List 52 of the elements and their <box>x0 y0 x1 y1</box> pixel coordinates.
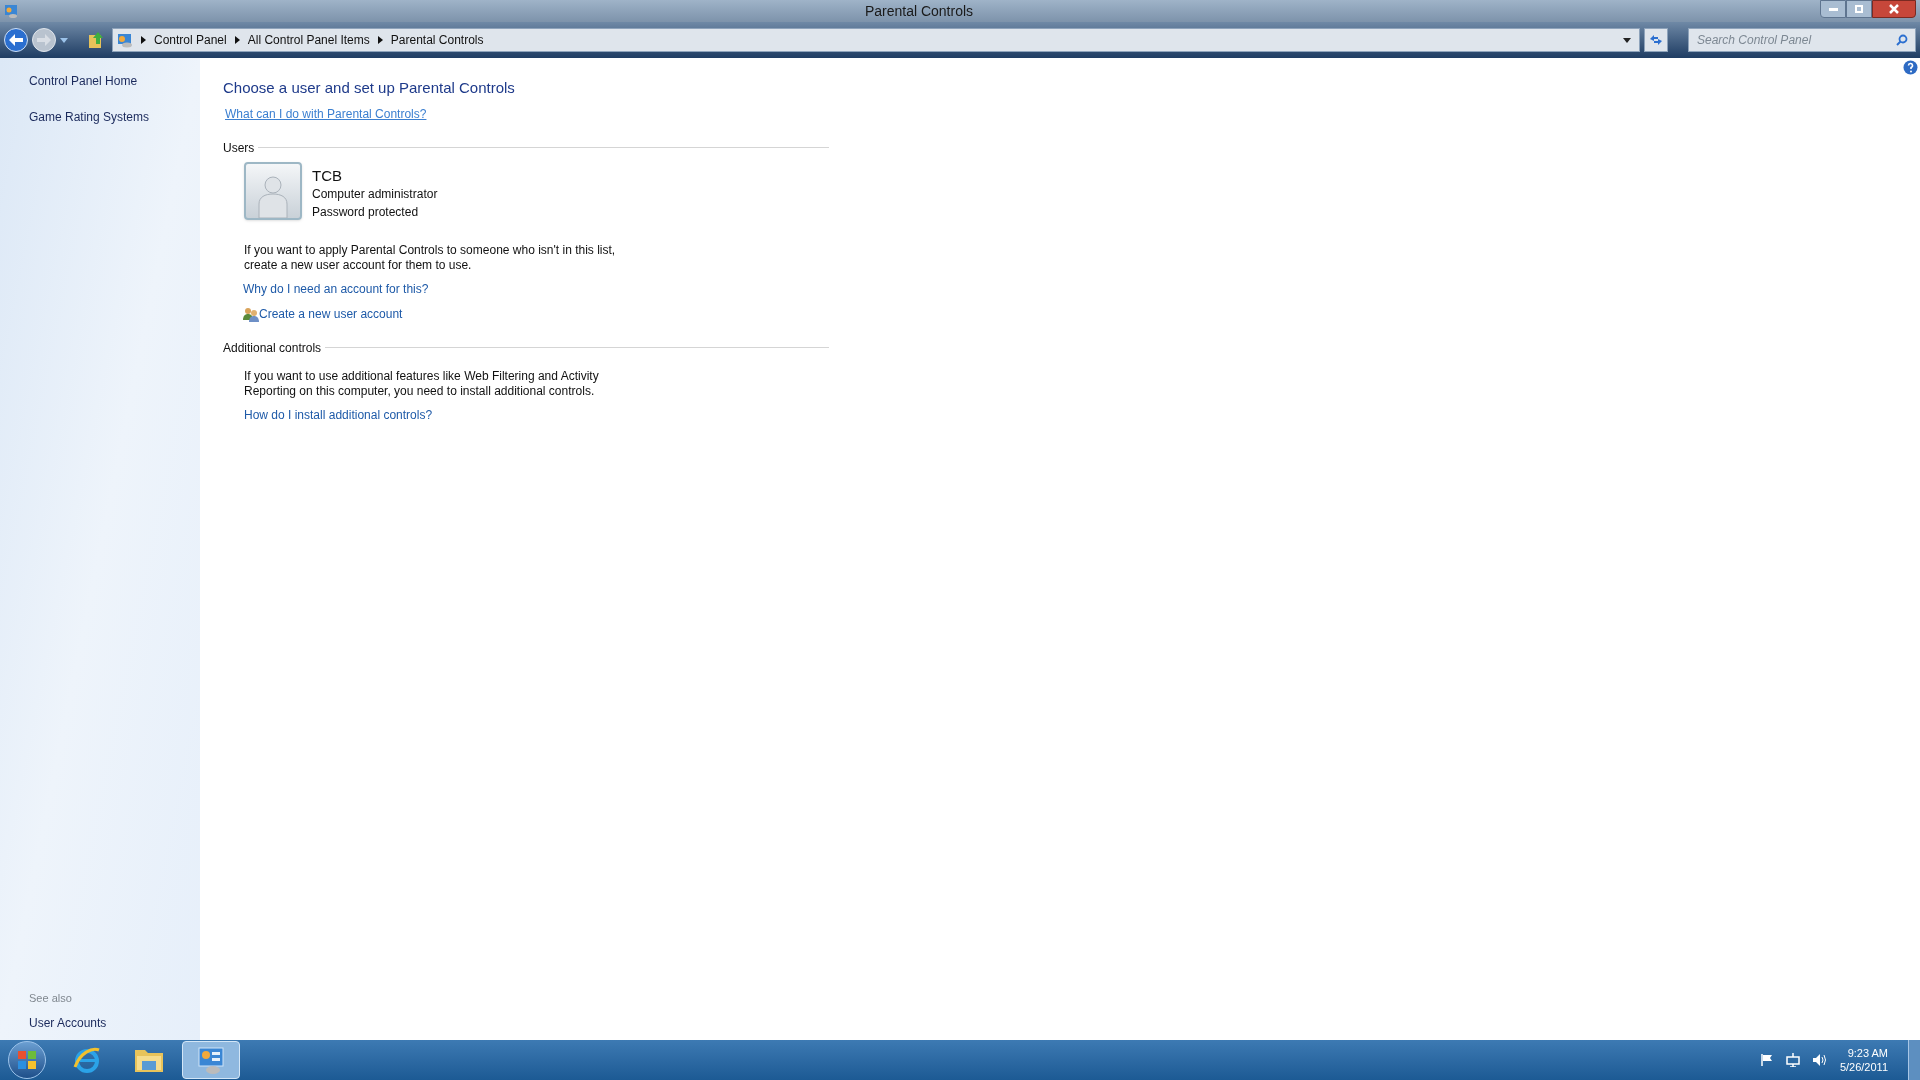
flag-icon[interactable] <box>1759 1053 1774 1067</box>
taskbar-button[interactable] <box>182 1041 240 1079</box>
help-link[interactable]: Create a new user account <box>259 304 403 323</box>
start-button[interactable] <box>8 1041 46 1079</box>
see-also-heading: See also <box>29 990 73 1006</box>
close-icon <box>1889 4 1899 14</box>
restore-button[interactable] <box>1846 0 1872 18</box>
control-panel-icon <box>196 1045 226 1075</box>
help-link[interactable]: Why do I need an account for this? <box>243 279 429 298</box>
close-button[interactable] <box>1872 0 1916 18</box>
users-icon <box>243 305 259 322</box>
control-panel-icon <box>4 4 18 18</box>
breadcrumb[interactable]: All Control Panel Items <box>247 31 370 49</box>
browser-e-icon <box>72 1045 102 1075</box>
sidebar-link[interactable]: User Accounts <box>29 1014 107 1032</box>
address-bar[interactable]: Control Panel All Control Panel Items Parental Controls <box>112 28 1640 52</box>
help-link[interactable]: How do I install additional controls? <box>244 405 433 424</box>
person-silhouette-icon <box>256 173 290 218</box>
forward-arrow-icon <box>37 34 51 46</box>
breadcrumb-arrow-icon <box>377 36 383 44</box>
dropdown-arrow-icon[interactable] <box>1623 37 1631 43</box>
clock[interactable]: 9:23 AM 5/26/2011 <box>1839 1046 1888 1074</box>
sidebar-link[interactable]: Control Panel Home <box>29 72 138 90</box>
search-field[interactable]: Search Control Panel <box>1688 28 1916 52</box>
back-button[interactable] <box>4 28 28 52</box>
help-link[interactable]: What can I do with Parental Controls? <box>225 104 427 123</box>
help-icon[interactable] <box>1903 60 1918 75</box>
breadcrumb[interactable]: Parental Controls <box>390 31 484 49</box>
info-text: If you want to apply Parental Controls to someone who isn't in this list, create a new user account for them to use. <box>244 242 617 273</box>
back-arrow-icon <box>9 34 23 46</box>
user-role: Computer administrator <box>312 185 438 203</box>
windows-logo-icon <box>17 1050 37 1070</box>
user-name: TCB <box>312 166 343 185</box>
speaker-icon[interactable] <box>1811 1053 1828 1067</box>
up-folder-icon[interactable] <box>88 31 104 49</box>
search-icon <box>1896 34 1908 46</box>
info-text: If you want to use additional features like Web Filtering and Activity Reporting on this computer, you need to install additional controls. <box>244 368 600 399</box>
refresh-button[interactable] <box>1644 28 1668 52</box>
section-title: Users <box>223 139 255 157</box>
network-icon[interactable] <box>1785 1053 1800 1067</box>
sidebar-link[interactable]: Game Rating Systems <box>29 108 150 126</box>
forward-button[interactable] <box>32 28 56 52</box>
window-title: Parental Controls <box>864 1 974 21</box>
user-status: Password protected <box>312 203 420 221</box>
minimize-button[interactable] <box>1820 0 1846 18</box>
refresh-icon <box>1649 33 1663 47</box>
breadcrumb-arrow-icon <box>234 36 240 44</box>
section-title: Additional controls <box>223 339 322 357</box>
breadcrumb[interactable]: Control Panel <box>154 31 227 49</box>
breadcrumb-arrow-icon <box>141 36 146 44</box>
control-panel-icon <box>117 32 133 48</box>
page-heading: Choose a user and set up Parental Controls <box>223 78 516 98</box>
